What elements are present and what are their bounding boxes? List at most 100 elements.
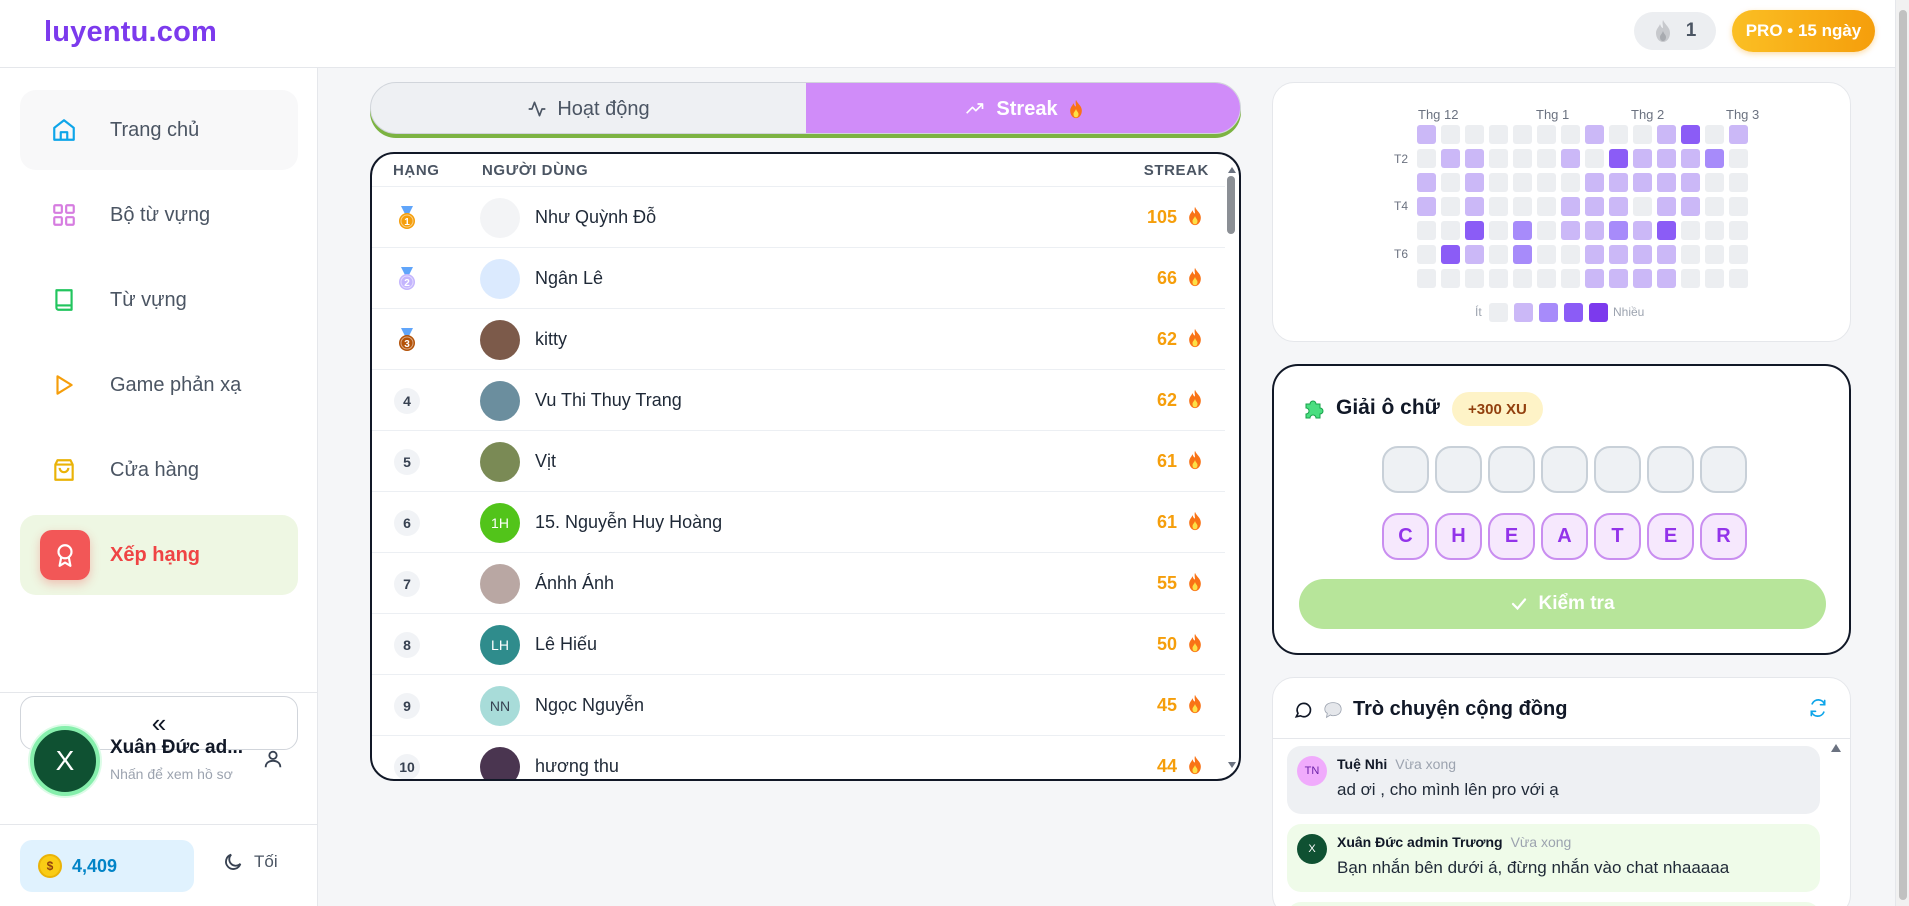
heatmap-cell[interactable] bbox=[1561, 173, 1580, 192]
answer-slot[interactable] bbox=[1488, 446, 1535, 493]
heatmap-cell[interactable] bbox=[1657, 125, 1676, 144]
check-answer-button[interactable]: Kiểm tra bbox=[1299, 579, 1826, 629]
avatar[interactable] bbox=[480, 320, 520, 360]
avatar[interactable]: X bbox=[30, 726, 100, 796]
table-row[interactable]: 1 Như Quỳnh Đỗ 105 bbox=[372, 186, 1225, 247]
answer-slot[interactable] bbox=[1541, 446, 1588, 493]
user-name[interactable]: Lê Hiếu bbox=[535, 634, 597, 655]
heatmap-cell[interactable] bbox=[1489, 197, 1508, 216]
heatmap-cell[interactable] bbox=[1489, 149, 1508, 168]
letter-tile[interactable]: H bbox=[1435, 513, 1482, 560]
heatmap-cell[interactable] bbox=[1585, 173, 1604, 192]
heatmap-cell[interactable] bbox=[1561, 221, 1580, 240]
sidebar-item-leaderboard[interactable]: Xếp hạng bbox=[20, 515, 298, 595]
heatmap-cell[interactable] bbox=[1585, 221, 1604, 240]
table-row[interactable]: 5 Vịt 61 bbox=[372, 430, 1225, 491]
user-name[interactable]: 15. Nguyễn Huy Hoàng bbox=[535, 512, 722, 533]
pro-badge[interactable]: PRO • 15 ngày bbox=[1732, 10, 1875, 52]
user-name[interactable]: Vu Thi Thuy Trang bbox=[535, 390, 682, 411]
heatmap-cell[interactable] bbox=[1441, 269, 1460, 288]
profile-name[interactable]: Xuân Đức ad... bbox=[110, 737, 243, 759]
letter-tile[interactable]: T bbox=[1594, 513, 1641, 560]
answer-slot[interactable] bbox=[1435, 446, 1482, 493]
avatar[interactable] bbox=[480, 259, 520, 299]
heatmap-cell[interactable] bbox=[1705, 269, 1724, 288]
table-row[interactable]: 4 Vu Thi Thuy Trang 62 bbox=[372, 369, 1225, 430]
heatmap-cell[interactable] bbox=[1417, 269, 1436, 288]
user-name[interactable]: Ngọc Nguyễn bbox=[535, 695, 644, 716]
refresh-icon[interactable] bbox=[1808, 698, 1830, 720]
user-icon[interactable] bbox=[262, 748, 286, 772]
heatmap-cell[interactable] bbox=[1417, 149, 1436, 168]
heatmap-cell[interactable] bbox=[1729, 149, 1748, 168]
heatmap-cell[interactable] bbox=[1609, 245, 1628, 264]
heatmap-cell[interactable] bbox=[1681, 197, 1700, 216]
avatar[interactable]: NN bbox=[480, 686, 520, 726]
heatmap-cell[interactable] bbox=[1561, 149, 1580, 168]
heatmap-cell[interactable] bbox=[1561, 125, 1580, 144]
heatmap-cell[interactable] bbox=[1657, 269, 1676, 288]
heatmap-cell[interactable] bbox=[1561, 245, 1580, 264]
leaderboard-scrollbar[interactable] bbox=[1227, 167, 1237, 768]
heatmap-cell[interactable] bbox=[1513, 197, 1532, 216]
heatmap-cell[interactable] bbox=[1681, 173, 1700, 192]
heatmap-cell[interactable] bbox=[1537, 173, 1556, 192]
table-row[interactable]: 7 Ánhh Ánh 55 bbox=[372, 552, 1225, 613]
heatmap-cell[interactable] bbox=[1657, 149, 1676, 168]
avatar[interactable] bbox=[480, 564, 520, 604]
table-row[interactable]: 2 Ngân Lê 66 bbox=[372, 247, 1225, 308]
table-row[interactable]: 9 NN Ngọc Nguyễn 45 bbox=[372, 674, 1225, 735]
heatmap-cell[interactable] bbox=[1537, 125, 1556, 144]
tab-activity[interactable]: Hoạt động bbox=[371, 83, 806, 133]
heatmap-cell[interactable] bbox=[1513, 149, 1532, 168]
heatmap-cell[interactable] bbox=[1633, 197, 1652, 216]
heatmap-cell[interactable] bbox=[1633, 149, 1652, 168]
heatmap-cell[interactable] bbox=[1537, 269, 1556, 288]
heatmap-cell[interactable] bbox=[1417, 245, 1436, 264]
page-scrollbar[interactable] bbox=[1895, 0, 1909, 906]
sidebar-item-reflex-game[interactable]: Game phản xạ bbox=[20, 345, 298, 425]
answer-slot[interactable] bbox=[1382, 446, 1429, 493]
heatmap-cell[interactable] bbox=[1465, 269, 1484, 288]
heatmap-cell[interactable] bbox=[1561, 269, 1580, 288]
heatmap-cell[interactable] bbox=[1609, 173, 1628, 192]
heatmap-cell[interactable] bbox=[1513, 269, 1532, 288]
avatar[interactable]: LH bbox=[480, 625, 520, 665]
heatmap-cell[interactable] bbox=[1609, 221, 1628, 240]
heatmap-cell[interactable] bbox=[1657, 173, 1676, 192]
heatmap-cell[interactable] bbox=[1681, 221, 1700, 240]
heatmap-cell[interactable] bbox=[1585, 245, 1604, 264]
heatmap-cell[interactable] bbox=[1681, 125, 1700, 144]
heatmap-cell[interactable] bbox=[1465, 125, 1484, 144]
heatmap-cell[interactable] bbox=[1609, 269, 1628, 288]
heatmap-cell[interactable] bbox=[1489, 173, 1508, 192]
heatmap-cell[interactable] bbox=[1705, 173, 1724, 192]
coin-balance[interactable]: $ 4,409 bbox=[20, 840, 194, 892]
heatmap-cell[interactable] bbox=[1633, 245, 1652, 264]
heatmap-cell[interactable] bbox=[1729, 269, 1748, 288]
avatar[interactable]: 1H bbox=[480, 503, 520, 543]
message-author[interactable]: Xuân Đức admin Trương bbox=[1337, 834, 1503, 850]
heatmap-cell[interactable] bbox=[1729, 221, 1748, 240]
heatmap-cell[interactable] bbox=[1705, 221, 1724, 240]
avatar[interactable] bbox=[480, 747, 520, 779]
heatmap-cell[interactable] bbox=[1441, 197, 1460, 216]
sidebar-item-home[interactable]: Trang chủ bbox=[20, 90, 298, 170]
heatmap-cell[interactable] bbox=[1489, 245, 1508, 264]
heatmap-cell[interactable] bbox=[1465, 173, 1484, 192]
sidebar-item-vocab-sets[interactable]: Bộ từ vựng bbox=[20, 175, 298, 255]
heatmap-cell[interactable] bbox=[1465, 221, 1484, 240]
heatmap-cell[interactable] bbox=[1585, 149, 1604, 168]
heatmap-cell[interactable] bbox=[1657, 197, 1676, 216]
heatmap-cell[interactable] bbox=[1441, 245, 1460, 264]
heatmap-cell[interactable] bbox=[1657, 245, 1676, 264]
avatar[interactable] bbox=[480, 198, 520, 238]
tab-streak[interactable]: Streak bbox=[806, 83, 1240, 133]
heatmap-cell[interactable] bbox=[1465, 197, 1484, 216]
heatmap-cell[interactable] bbox=[1561, 197, 1580, 216]
table-row[interactable]: 6 1H 15. Nguyễn Huy Hoàng 61 bbox=[372, 491, 1225, 552]
letter-tile[interactable]: R bbox=[1700, 513, 1747, 560]
heatmap-cell[interactable] bbox=[1705, 149, 1724, 168]
heatmap-cell[interactable] bbox=[1537, 149, 1556, 168]
heatmap-cell[interactable] bbox=[1441, 173, 1460, 192]
